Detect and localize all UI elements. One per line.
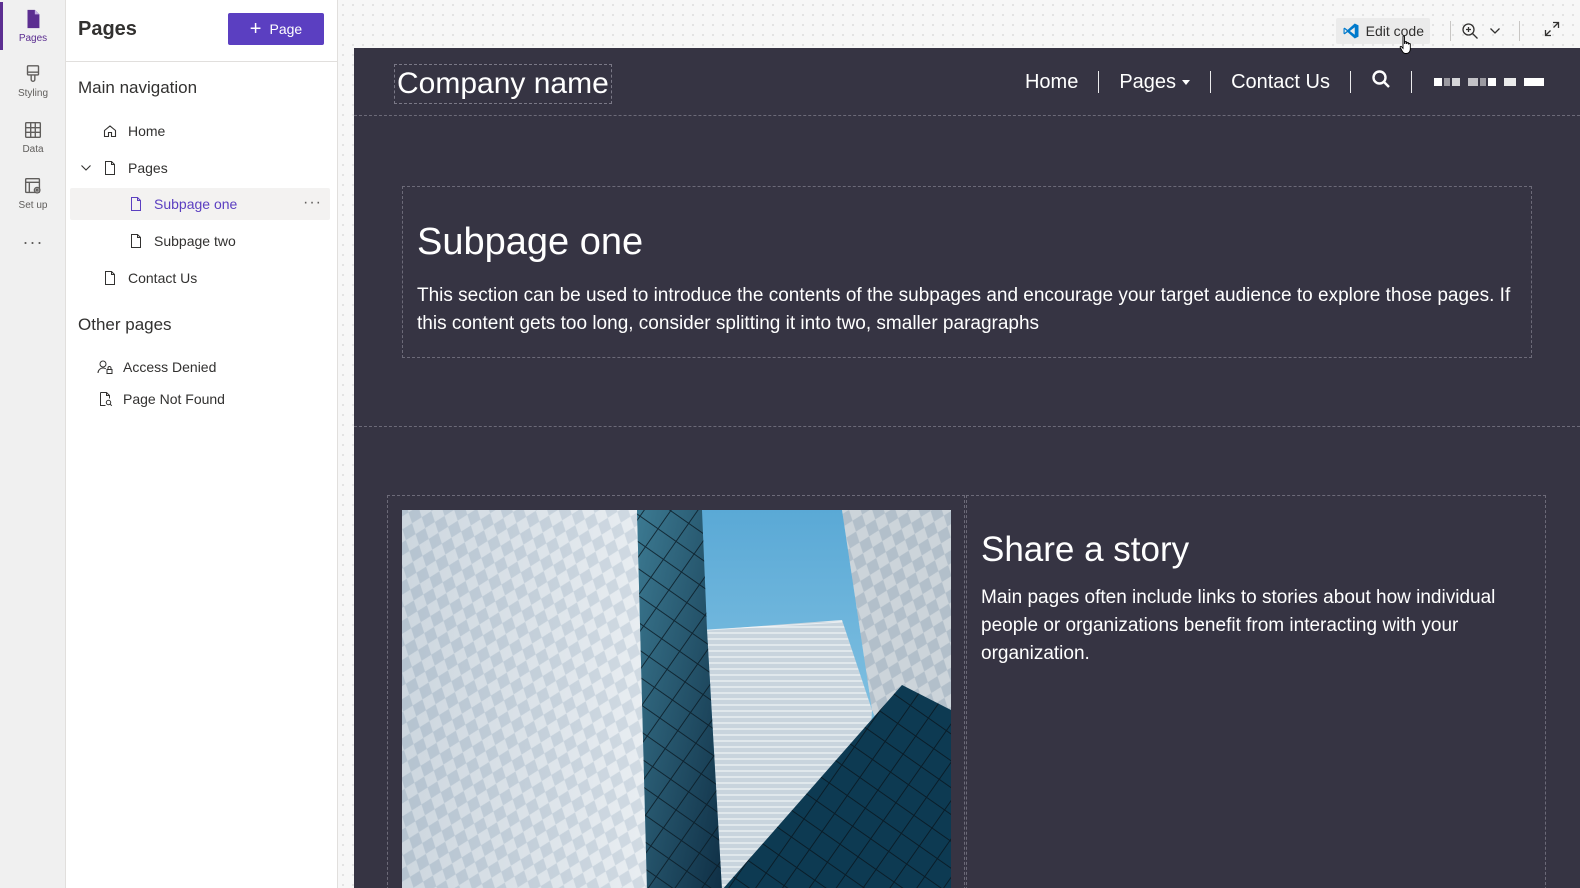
nav-item-page-not-found-label: Page Not Found: [123, 391, 225, 407]
page-icon: [102, 270, 118, 286]
nav-separator: [1098, 71, 1100, 93]
sign-in-link-redacted[interactable]: [1412, 78, 1544, 86]
rail-item-pages[interactable]: Pages: [0, 0, 66, 52]
rail-label-pages: Pages: [18, 33, 48, 44]
search-icon: [1372, 70, 1390, 88]
nav-separator: [1210, 71, 1212, 93]
nav-item-subpage-two-label: Subpage two: [154, 233, 236, 249]
redacted-text-block: [1468, 78, 1496, 86]
nav-item-subpage-one[interactable]: Subpage one ···: [70, 188, 330, 220]
expand-button[interactable]: [1544, 21, 1560, 42]
main-navigation-title: Main navigation: [78, 78, 198, 97]
site-header: Company name Home Pages Contact Us: [354, 48, 1580, 116]
story-paragraph: Main pages often include links to storie…: [981, 587, 1496, 664]
edit-code-label: Edit code: [1365, 23, 1424, 39]
pages-panel: Pages + Page Main navigation Home Pages …: [66, 0, 338, 888]
page-icon: [27, 9, 40, 29]
plus-icon: +: [249, 18, 262, 40]
more-options-icon[interactable]: ···: [303, 194, 322, 212]
site-nav-home[interactable]: Home: [1005, 71, 1098, 94]
nav-item-pages[interactable]: Pages: [70, 152, 330, 184]
nav-item-contact-us[interactable]: Contact Us: [70, 262, 330, 294]
site-search-button[interactable]: [1351, 69, 1411, 95]
other-pages-title: Other pages: [78, 315, 172, 334]
site-nav-pages[interactable]: Pages: [1099, 71, 1210, 94]
intro-container[interactable]: Subpage one This section can be used to …: [402, 186, 1532, 358]
nav-item-home[interactable]: Home: [70, 115, 330, 147]
intro-paragraph: This section can be used to introduce th…: [417, 285, 1511, 334]
caret-down-icon: [1182, 79, 1191, 85]
intro-heading: Subpage one: [417, 221, 644, 263]
toolbar-separator: [1450, 21, 1451, 41]
setup-icon: [24, 177, 41, 194]
redacted-text-block: [1434, 78, 1460, 86]
nav-item-page-not-found[interactable]: Page Not Found: [70, 383, 330, 415]
nav-separator: [1350, 71, 1351, 93]
expand-icon: [1544, 21, 1560, 36]
nav-item-access-denied-label: Access Denied: [123, 359, 217, 375]
story-column[interactable]: Share a story Main pages often include l…: [966, 495, 1546, 888]
toolbar-separator: [1519, 21, 1520, 41]
add-page-button[interactable]: + Page: [228, 13, 324, 45]
nav-item-home-label: Home: [128, 123, 166, 139]
site-nav-pages-label: Pages: [1119, 70, 1177, 93]
building-photo: [402, 510, 951, 888]
hand-cursor-icon: [1399, 35, 1411, 54]
add-page-label: Page: [269, 21, 303, 37]
person-lock-icon: [97, 359, 113, 375]
page-icon: [128, 196, 144, 212]
redacted-text-block: [1524, 78, 1544, 86]
rail-more-icon[interactable]: ···: [0, 232, 66, 253]
intro-section: Subpage one This section can be used to …: [354, 116, 1580, 427]
site-nav-contact[interactable]: Contact Us: [1211, 71, 1350, 94]
site-navigation: Home Pages Contact Us: [1005, 68, 1544, 96]
brush-icon: [26, 65, 40, 82]
chevron-down-icon: [1490, 28, 1500, 34]
rail-item-styling[interactable]: Styling: [0, 55, 66, 107]
nav-item-subpage-two[interactable]: Subpage two: [70, 225, 330, 257]
zoom-button[interactable]: [1461, 22, 1501, 40]
left-rail: Pages Styling Data Set up ···: [0, 0, 66, 888]
zoom-in-icon: [1462, 23, 1478, 39]
nav-item-contact-us-label: Contact Us: [128, 270, 198, 286]
site-preview: Company name Home Pages Contact Us Subpa…: [354, 48, 1580, 888]
table-icon: [24, 121, 42, 139]
rail-label-styling: Styling: [17, 88, 48, 99]
company-name[interactable]: Company name: [394, 64, 612, 104]
rail-item-data[interactable]: Data: [0, 111, 66, 163]
rail-label-data: Data: [22, 144, 44, 155]
page-search-icon: [97, 391, 113, 407]
home-icon: [102, 123, 118, 139]
nav-item-pages-label: Pages: [128, 160, 168, 176]
nav-item-subpage-one-label: Subpage one: [154, 196, 238, 212]
chevron-down-icon[interactable]: [80, 162, 92, 174]
vscode-icon: [1343, 23, 1359, 39]
rail-label-setup: Set up: [18, 200, 48, 211]
story-heading: Share a story: [981, 530, 1190, 569]
nav-item-access-denied[interactable]: Access Denied: [70, 351, 330, 383]
nav-separator: [1411, 71, 1412, 93]
image-column[interactable]: [387, 495, 965, 888]
redacted-text-block: [1504, 78, 1516, 86]
rail-item-setup[interactable]: Set up: [0, 167, 66, 219]
panel-title: Pages: [78, 18, 137, 40]
canvas-toolbar: Edit code: [1335, 17, 1580, 45]
panel-header: Pages + Page: [66, 0, 337, 62]
design-canvas: Edit code Company name Home Pages Contac…: [338, 0, 1580, 888]
page-icon: [102, 160, 118, 176]
edit-code-button[interactable]: Edit code: [1335, 18, 1430, 44]
page-icon: [128, 233, 144, 249]
